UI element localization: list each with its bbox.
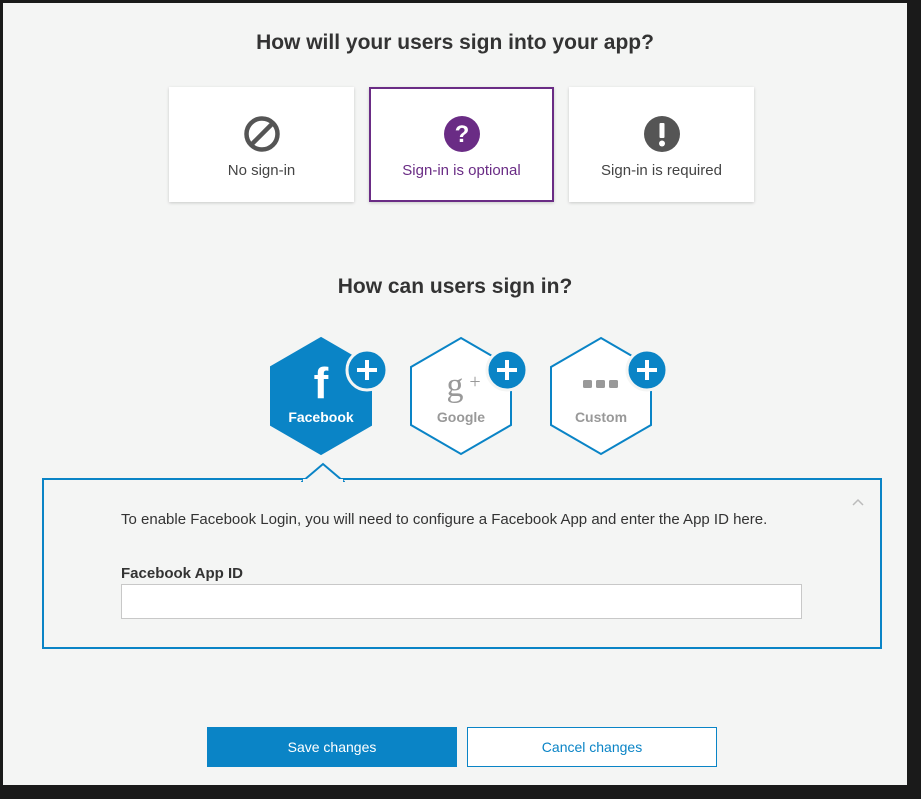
providers-question-title: How can users sign in? — [337, 275, 573, 298]
add-facebook-icon[interactable] — [345, 348, 389, 397]
provider-google-label: Google — [436, 409, 486, 425]
add-google-icon[interactable] — [485, 348, 529, 397]
provider-facebook-label: Facebook — [288, 409, 354, 425]
add-custom-icon[interactable] — [625, 348, 669, 397]
no-entry-icon — [243, 115, 281, 158]
provider-google[interactable]: g + Google — [409, 336, 531, 456]
svg-text:?: ? — [454, 121, 469, 148]
provider-facebook[interactable]: f Facebook — [269, 336, 391, 456]
facebook-config-panel — [42, 478, 882, 649]
cancel-changes-button[interactable]: Cancel changes — [467, 727, 717, 767]
svg-text:g: g — [447, 367, 464, 404]
question-icon: ? — [443, 115, 481, 158]
svg-text:f: f — [314, 359, 329, 408]
app-window: How will your users sign into your app? … — [3, 3, 907, 785]
signin-question-title: How will your users sign into your app? — [256, 31, 654, 54]
save-changes-button[interactable]: Save changes — [207, 727, 457, 767]
option-signin-required[interactable]: Sign-in is required — [569, 87, 754, 202]
panel-pointer — [301, 462, 345, 482]
facebook-help-text: To enable Facebook Login, you will need … — [121, 511, 768, 528]
provider-custom-label: Custom — [574, 409, 628, 425]
provider-custom[interactable]: Custom — [549, 336, 671, 456]
option-no-signin-label: No sign-in — [227, 162, 296, 179]
facebook-app-id-input[interactable] — [121, 584, 802, 619]
option-signin-optional[interactable]: ? Sign-in is optional — [369, 87, 554, 202]
option-signin-optional-label: Sign-in is optional — [402, 162, 521, 179]
facebook-app-id-label: Facebook App ID — [121, 565, 243, 582]
option-no-signin[interactable]: No sign-in — [169, 87, 354, 202]
exclamation-icon — [643, 115, 681, 158]
svg-text:+: + — [469, 371, 480, 393]
collapse-chevron-icon[interactable] — [851, 494, 865, 512]
option-signin-required-label: Sign-in is required — [601, 162, 722, 179]
